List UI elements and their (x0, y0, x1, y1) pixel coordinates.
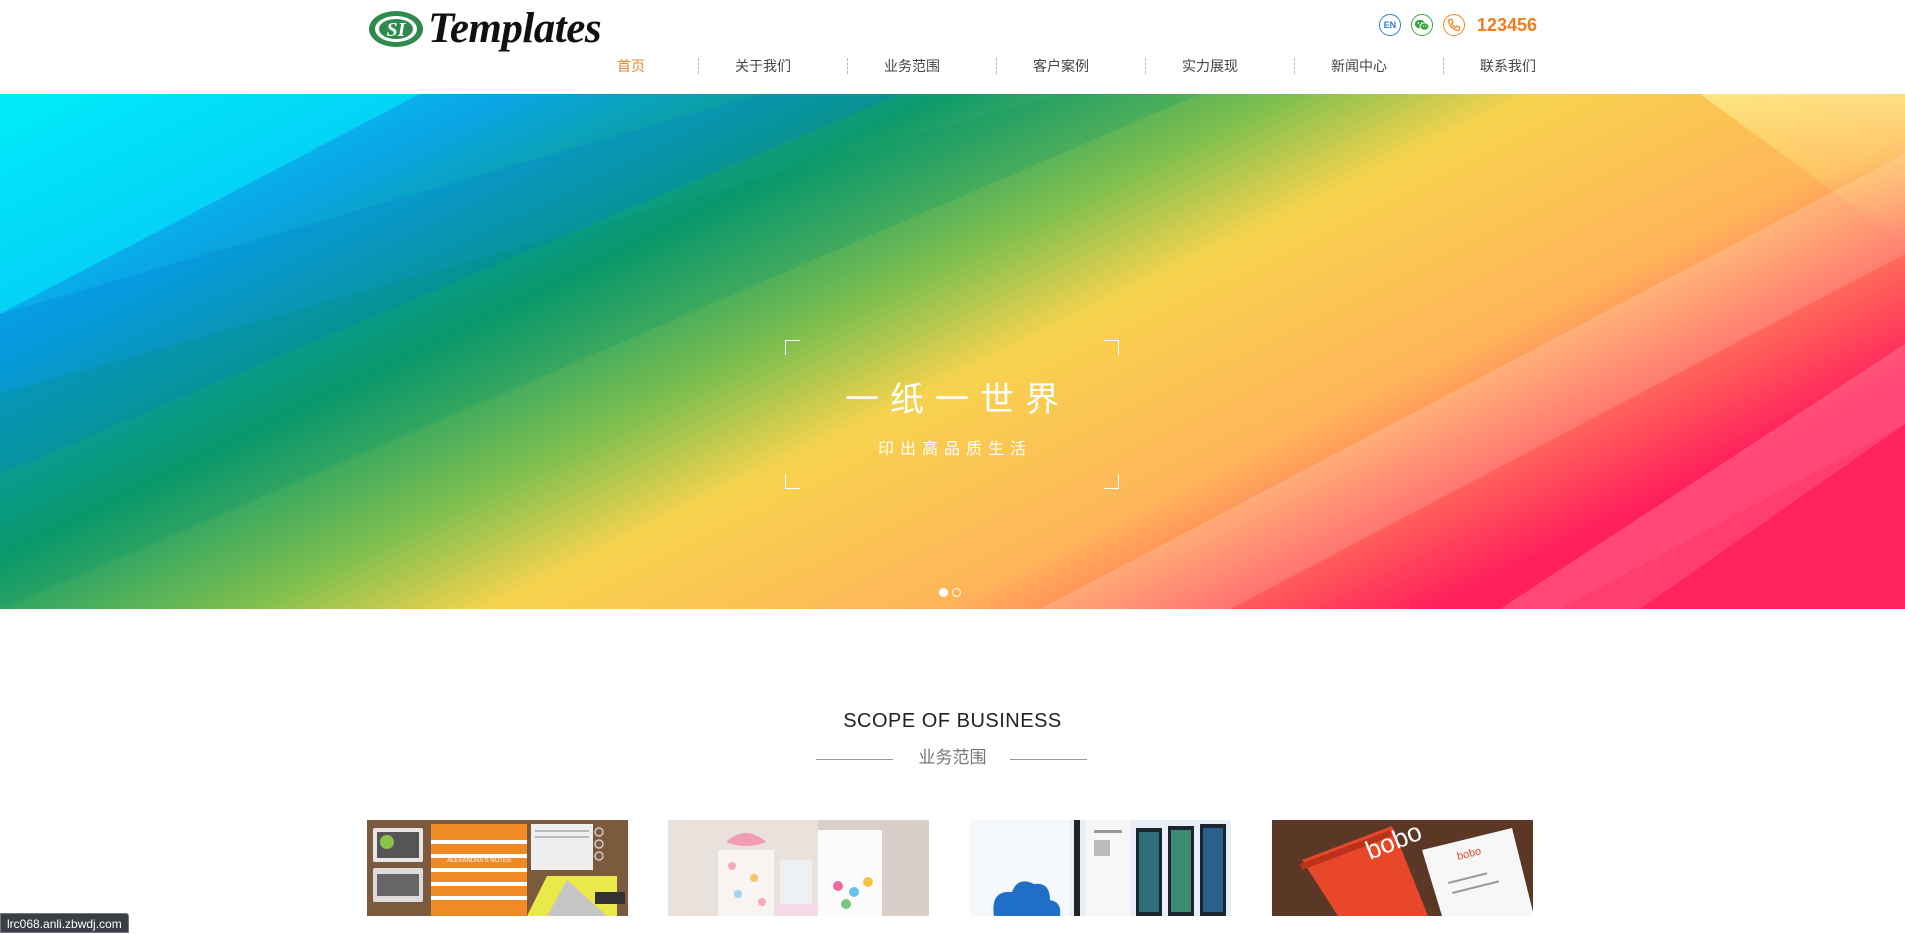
frame-corner (1104, 340, 1119, 355)
nav-divider (1145, 58, 1146, 74)
nav-divider (1294, 58, 1295, 74)
svg-text:ALEXANDRA'S NOTES: ALEXANDRA'S NOTES (447, 858, 511, 864)
nav-item-business-scope[interactable]: 业务范围 (884, 56, 940, 76)
business-card-namecards[interactable]: bobo bobo (1272, 820, 1533, 916)
header-tools: EN 123456 (1378, 14, 1537, 36)
banner-subtitle: 印出高品质生活 (877, 439, 1032, 458)
frame-corner (785, 474, 800, 489)
nav-divider (698, 58, 699, 74)
business-card-stationery[interactable]: ALEXANDRA'S NOTES (367, 820, 628, 916)
section-title-cn: 业务范围 (918, 748, 987, 767)
business-cards-image: bobo bobo (1272, 820, 1533, 916)
wechat-icon[interactable] (1410, 14, 1433, 36)
browser-status-url: lrc068.anli.zbwdj.com (0, 913, 129, 933)
language-en-icon[interactable]: EN (1378, 14, 1401, 36)
slider-dot-1[interactable] (939, 588, 948, 597)
business-card-posters[interactable] (970, 820, 1231, 916)
slider-pagination (939, 588, 961, 597)
logo-text: Templates (428, 5, 602, 52)
title-divider-right (1010, 759, 1087, 760)
frame-corner (1104, 474, 1119, 489)
banner-title: 一纸一世界 (845, 380, 1070, 420)
main-nav: 首页 关于我们 业务范围 客户案例 实力展现 新闻中心 联系我们 (617, 55, 1536, 77)
hero-banner[interactable]: 一纸一世界 印出高品质生活 (0, 94, 1905, 609)
stationery-mockup-image: ALEXANDRA'S NOTES (367, 820, 628, 916)
section-title-en: SCOPE OF BUSINESS (843, 710, 1062, 732)
nav-item-news[interactable]: 新闻中心 (1331, 56, 1387, 76)
business-card-packaging[interactable] (668, 820, 929, 916)
phone-number[interactable]: 123456 (1477, 15, 1537, 36)
frame-corner (785, 340, 800, 355)
nav-divider (996, 58, 997, 74)
gift-packaging-image (668, 820, 929, 916)
phone-icon[interactable] (1442, 14, 1465, 36)
slider-dot-2[interactable] (952, 588, 961, 597)
business-cards-row: ALEXANDRA'S NOTES bobo bobo (367, 820, 1533, 916)
nav-item-strength[interactable]: 实力展现 (1182, 56, 1238, 76)
nav-divider (847, 58, 848, 74)
nav-item-about[interactable]: 关于我们 (735, 56, 791, 76)
nav-divider (1443, 58, 1444, 74)
nav-item-contact[interactable]: 联系我们 (1480, 56, 1536, 76)
logo-mark-icon: SI (369, 11, 423, 47)
nav-item-home[interactable]: 首页 (617, 56, 645, 76)
site-header: SI Templates EN 123456 首页 关于我们 业务范围 客户案例 (0, 0, 1905, 94)
site-logo[interactable]: SI Templates (367, 5, 602, 52)
poster-frames-image (970, 820, 1231, 916)
nav-item-cases[interactable]: 客户案例 (1033, 56, 1089, 76)
banner-frame: 一纸一世界 印出高品质生活 (785, 340, 1119, 489)
svg-text:SI: SI (387, 19, 407, 41)
